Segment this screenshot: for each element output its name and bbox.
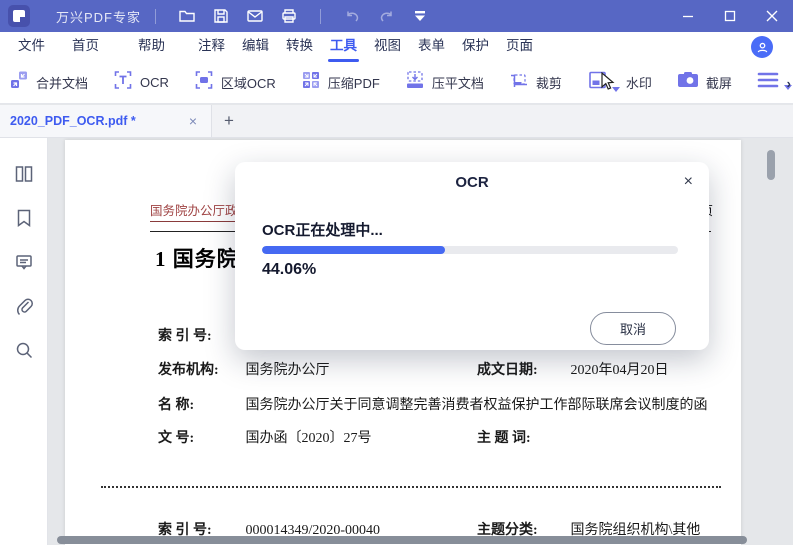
tab-close-icon[interactable]: ×: [185, 113, 201, 129]
menu-edit[interactable]: 编辑: [242, 32, 269, 62]
doc-field-value: 2020年04月20日: [570, 363, 669, 378]
hamburger-menu-icon: [756, 71, 780, 94]
search-icon[interactable]: [0, 328, 48, 372]
doc-dotted-divider: [101, 486, 721, 488]
doc-row: 名 称: 国务院办公厅关于同意调整完善消费者权益保护工作部际联席会议制度的函: [158, 394, 715, 414]
doc-row: 文 号: 国办函〔2020〕27号 主 题 词:: [158, 427, 715, 447]
dialog-title: OCR: [455, 174, 489, 191]
print-icon[interactable]: [272, 0, 306, 32]
crop-icon: [508, 69, 530, 96]
mail-icon[interactable]: [238, 0, 272, 32]
menu-convert[interactable]: 转换: [286, 32, 313, 62]
save-icon[interactable]: [204, 0, 238, 32]
menu-view[interactable]: 视图: [374, 32, 401, 62]
compress-pdf-icon: [300, 69, 322, 96]
doc-field-label: 发布机构:: [158, 363, 219, 378]
progress-percent: 44.06%: [262, 261, 317, 278]
redo-icon[interactable]: [369, 0, 403, 32]
area-ocr-icon: [193, 69, 215, 96]
new-tab-button[interactable]: +: [212, 105, 246, 137]
minimize-button[interactable]: [667, 0, 709, 32]
menu-tools[interactable]: 工具: [328, 32, 359, 62]
left-sidebar: [0, 138, 55, 545]
doc-field-label: 名 称:: [158, 398, 195, 413]
doc-field-value: 国办函〔2020〕27号: [245, 431, 372, 446]
mouse-cursor: [600, 71, 618, 97]
separator: [155, 8, 157, 24]
doc-heading: 1 国务院: [155, 247, 239, 271]
toolbar-overflow-chevron-icon[interactable]: ›: [787, 76, 791, 91]
app-logo-icon: [8, 5, 30, 27]
tab-title: 2020_PDF_OCR.pdf *: [10, 114, 136, 128]
doc-header-left: 国务院办公厅政: [150, 200, 238, 222]
ocr-dialog: OCR × OCR正在处理中... 44.06% 取消: [235, 162, 709, 350]
toolbar-label: 压缩PDF: [327, 76, 380, 91]
app-title: 万兴PDF专家: [56, 9, 142, 25]
menu-home[interactable]: 首页: [72, 32, 99, 62]
menu-form[interactable]: 表单: [418, 32, 445, 62]
toolbar-label: 压平文档: [431, 76, 484, 91]
window-controls: [667, 0, 793, 32]
dialog-close-icon[interactable]: ×: [682, 172, 695, 192]
menu-help[interactable]: 帮助: [138, 32, 165, 62]
document-tab[interactable]: 2020_PDF_OCR.pdf * ×: [0, 105, 212, 137]
doc-field-label: 主 题 词:: [477, 431, 531, 446]
app-window: 万兴PDF专家 文件 首页 帮助 注释 编辑 转换 工具 视图 表单 保护 页面…: [0, 0, 793, 545]
close-button[interactable]: [751, 0, 793, 32]
toolbar-merge-documents[interactable]: 合并文档: [8, 69, 88, 96]
bookmark-icon[interactable]: [0, 196, 48, 240]
menu-file[interactable]: 文件: [18, 32, 45, 62]
maximize-button[interactable]: [709, 0, 751, 32]
comment-icon[interactable]: [0, 240, 48, 284]
doc-field-label: 索 引 号:: [158, 329, 212, 344]
toolbar-watermark[interactable]: 水印: [586, 69, 652, 96]
doc-row: 发布机构: 国务院办公厅 成文日期: 2020年04月20日: [158, 359, 715, 379]
cancel-button[interactable]: 取消: [590, 312, 676, 345]
separator: [320, 8, 322, 24]
toolbar-label: 区域OCR: [220, 76, 276, 91]
doc-field-value: 国务院办公厅: [245, 363, 330, 378]
menu-page[interactable]: 页面: [506, 32, 533, 62]
toolbar-label: OCR: [140, 75, 169, 90]
toolbar-screenshot[interactable]: 截屏: [676, 69, 732, 96]
toolbar-label: 裁剪: [535, 76, 562, 91]
menu-protect[interactable]: 保护: [462, 32, 489, 62]
screenshot-icon: [676, 69, 700, 96]
progress-fill: [262, 246, 446, 254]
collapse-toolbar-icon[interactable]: [403, 0, 437, 32]
toolbar-label: 合并文档: [36, 76, 89, 91]
vertical-scrollbar-thumb[interactable]: [767, 150, 775, 180]
menu-comment[interactable]: 注释: [198, 32, 225, 62]
undo-icon[interactable]: [335, 0, 369, 32]
merge-documents-icon: [8, 69, 30, 96]
thumbnails-icon[interactable]: [0, 152, 48, 196]
toolbar-label: 截屏: [705, 76, 732, 91]
toolbar-crop[interactable]: 裁剪: [508, 69, 562, 96]
doc-field-label: 文 号:: [158, 431, 195, 446]
menu-bar: 文件 首页 帮助 注释 编辑 转换 工具 视图 表单 保护 页面: [0, 32, 793, 62]
user-avatar[interactable]: [751, 36, 773, 58]
title-bar: 万兴PDF专家: [0, 0, 793, 32]
toolbar-label: 水印: [625, 76, 652, 91]
ocr-icon: [112, 69, 134, 96]
progress-bar: [262, 246, 678, 254]
toolbar-area-ocr[interactable]: 区域OCR: [193, 69, 276, 96]
toolbar-ocr[interactable]: OCR: [112, 69, 169, 96]
tools-toolbar: 合并文档 OCR 区域OCR 压缩PDF 压平文档 裁剪 水印 截屏 ›: [0, 62, 793, 104]
toolbar-flatten-document[interactable]: 压平文档: [404, 69, 484, 96]
horizontal-scrollbar-thumb[interactable]: [57, 536, 747, 544]
toolbar-compress-pdf[interactable]: 压缩PDF: [300, 69, 380, 96]
ocr-status-text: OCR正在处理中...: [262, 222, 383, 239]
tab-bar: 2020_PDF_OCR.pdf * × +: [0, 105, 793, 138]
doc-field-label: 成文日期:: [477, 363, 538, 378]
flatten-document-icon: [404, 69, 426, 96]
attachment-icon[interactable]: [0, 284, 48, 328]
open-folder-icon[interactable]: [170, 0, 204, 32]
doc-field-value: 国务院办公厅关于同意调整完善消费者权益保护工作部际联席会议制度的函: [245, 398, 708, 413]
